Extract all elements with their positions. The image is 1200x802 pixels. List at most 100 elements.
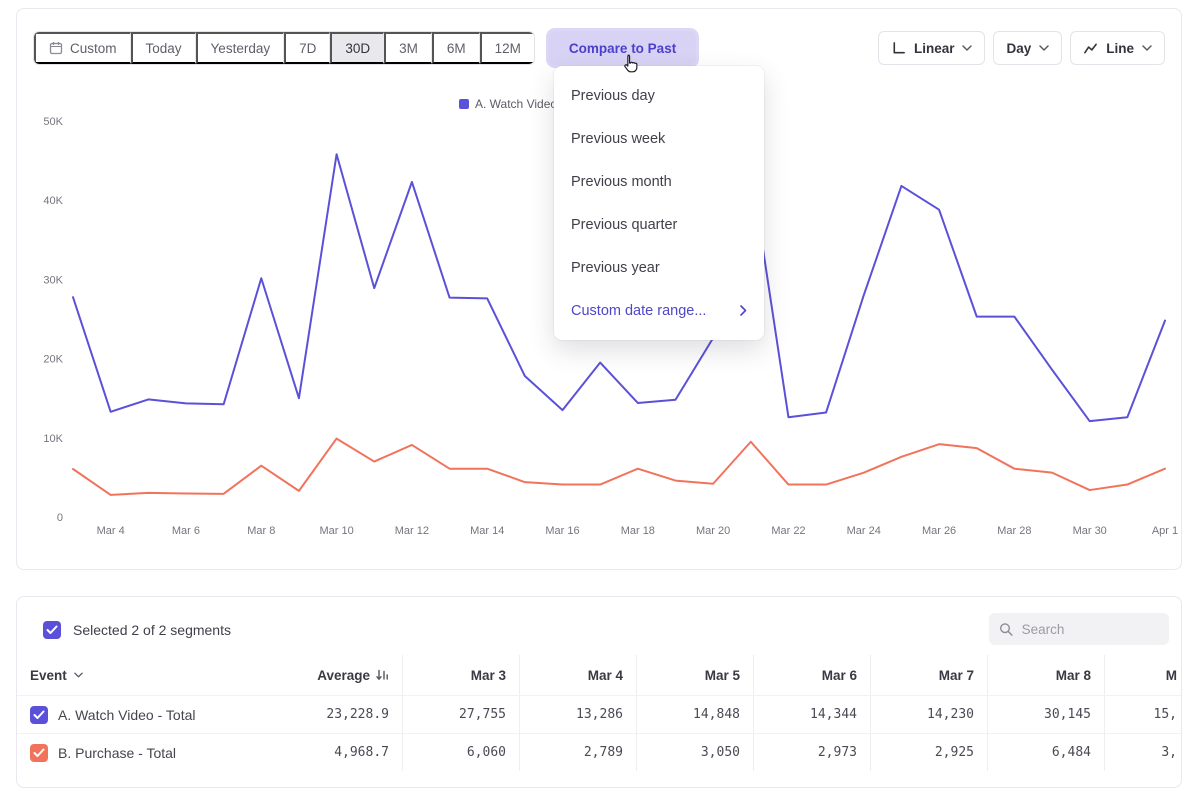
line-chart-icon	[1083, 41, 1098, 56]
chevron-down-icon	[74, 672, 83, 678]
event-column-header[interactable]: Event	[17, 655, 287, 695]
segments-table-card: Selected 2 of 2 segments Event Average Mar…	[16, 596, 1182, 788]
menu-item-custom-date-range[interactable]: Custom date range...	[554, 289, 764, 332]
segments-bar: Selected 2 of 2 segments	[43, 621, 231, 639]
series-line-b-purchase-total	[73, 439, 1165, 495]
chart-type-dropdown[interactable]: Line	[1070, 31, 1165, 65]
mouse-cursor-icon	[619, 53, 643, 77]
range-today[interactable]: Today	[131, 32, 196, 64]
date-value: 6,484	[988, 734, 1105, 771]
select-all-checkbox[interactable]	[43, 621, 61, 639]
date-value: 3,050	[637, 734, 754, 771]
date-range-group: Custom Today Yesterday 7D 30D 3M 6M 12M	[33, 31, 535, 65]
date-value: 3,	[1105, 734, 1181, 771]
search-box	[989, 613, 1169, 645]
svg-text:Mar 28: Mar 28	[997, 525, 1031, 537]
range-label: 30D	[345, 41, 370, 56]
check-icon	[33, 748, 45, 758]
svg-text:Mar 24: Mar 24	[847, 525, 881, 537]
menu-item-previous-month[interactable]: Previous month	[554, 160, 764, 203]
svg-text:40K: 40K	[43, 195, 63, 207]
range-label: Yesterday	[211, 41, 271, 56]
menu-item-previous-week[interactable]: Previous week	[554, 117, 764, 160]
scale-label: Linear	[914, 41, 955, 56]
table-row: B. Purchase - Total4,968.76,0602,7893,05…	[17, 733, 1181, 771]
average-column-header[interactable]: Average	[287, 655, 403, 695]
svg-text:50K: 50K	[43, 116, 63, 128]
svg-text:Mar 30: Mar 30	[1073, 525, 1107, 537]
range-label: 3M	[399, 41, 418, 56]
date-value: 13,286	[520, 696, 637, 733]
date-column-header: Mar 4	[520, 655, 637, 695]
check-icon	[46, 625, 58, 635]
chart-card: CustomTodayYesterday7D30D3M6M12M Compare…	[16, 8, 1182, 570]
range-custom[interactable]: Custom	[34, 32, 131, 64]
menu-item-previous-quarter[interactable]: Previous quarter	[554, 203, 764, 246]
date-value: 30,145	[988, 696, 1105, 733]
date-column-header: M	[1105, 655, 1181, 695]
interval-dropdown[interactable]: Day	[993, 31, 1062, 65]
date-value: 15,	[1105, 696, 1181, 733]
range-7d[interactable]: 7D	[284, 32, 330, 64]
date-value: 27,755	[403, 696, 520, 733]
average-value: 23,228.9	[287, 696, 403, 733]
range-label: 12M	[495, 41, 521, 56]
range-yesterday[interactable]: Yesterday	[196, 32, 285, 64]
date-value: 14,230	[871, 696, 988, 733]
svg-text:0: 0	[57, 512, 63, 524]
date-value: 2,925	[871, 734, 988, 771]
svg-text:30K: 30K	[43, 274, 63, 286]
range-12m[interactable]: 12M	[480, 32, 534, 64]
svg-text:Mar 14: Mar 14	[470, 525, 504, 537]
date-column-header: Mar 8	[988, 655, 1105, 695]
range-label: 6M	[447, 41, 466, 56]
date-column-header: Mar 6	[754, 655, 871, 695]
range-3m[interactable]: 3M	[384, 32, 432, 64]
svg-text:Mar 18: Mar 18	[621, 525, 655, 537]
range-label: Today	[146, 41, 182, 56]
date-column-header: Mar 5	[637, 655, 754, 695]
menu-item-previous-day[interactable]: Previous day	[554, 74, 764, 117]
svg-text:Mar 20: Mar 20	[696, 525, 730, 537]
range-30d[interactable]: 30D	[330, 32, 384, 64]
date-value: 14,848	[637, 696, 754, 733]
chevron-down-icon	[1142, 45, 1152, 51]
event-name: B. Purchase - Total	[58, 745, 176, 761]
legend-swatch-icon	[459, 99, 469, 109]
svg-text:Apr 1: Apr 1	[1152, 525, 1178, 537]
calendar-icon	[49, 41, 63, 55]
check-icon	[33, 710, 45, 720]
sort-descending-icon	[376, 669, 389, 681]
range-label: Custom	[70, 41, 117, 56]
event-header-label: Event	[30, 668, 67, 683]
date-column-header: Mar 7	[871, 655, 988, 695]
date-value: 2,789	[520, 734, 637, 771]
toolbar: CustomTodayYesterday7D30D3M6M12M Compare…	[33, 31, 1165, 65]
chart-type-label: Line	[1106, 41, 1134, 56]
average-header-label: Average	[317, 668, 370, 683]
row-checkbox[interactable]	[30, 744, 48, 762]
menu-item-label: Custom date range...	[571, 303, 706, 319]
svg-text:Mar 22: Mar 22	[771, 525, 805, 537]
average-value: 4,968.7	[287, 734, 403, 771]
search-input[interactable]	[1022, 622, 1159, 637]
chevron-right-icon	[740, 305, 747, 316]
compare-menu: Previous dayPrevious weekPrevious monthP…	[554, 66, 764, 340]
axis-icon	[891, 41, 906, 56]
search-icon	[999, 621, 1014, 638]
date-value: 2,973	[754, 734, 871, 771]
svg-text:10K: 10K	[43, 433, 63, 445]
selected-segments-label: Selected 2 of 2 segments	[73, 622, 231, 638]
svg-text:Mar 8: Mar 8	[247, 525, 275, 537]
event-cell: A. Watch Video - Total	[17, 696, 287, 733]
range-label: 7D	[299, 41, 316, 56]
row-checkbox[interactable]	[30, 706, 48, 724]
chevron-down-icon	[1039, 45, 1049, 51]
scale-dropdown[interactable]: Linear	[878, 31, 986, 65]
date-column-header: Mar 3	[403, 655, 520, 695]
x-axis-labels: Mar 4Mar 6Mar 8Mar 10Mar 12Mar 14Mar 16M…	[97, 525, 1179, 537]
range-6m[interactable]: 6M	[432, 32, 480, 64]
table-header-row: Event Average Mar 3Mar 4Mar 5Mar 6Mar 7Mar…	[17, 655, 1181, 695]
menu-item-previous-year[interactable]: Previous year	[554, 246, 764, 289]
date-value: 14,344	[754, 696, 871, 733]
